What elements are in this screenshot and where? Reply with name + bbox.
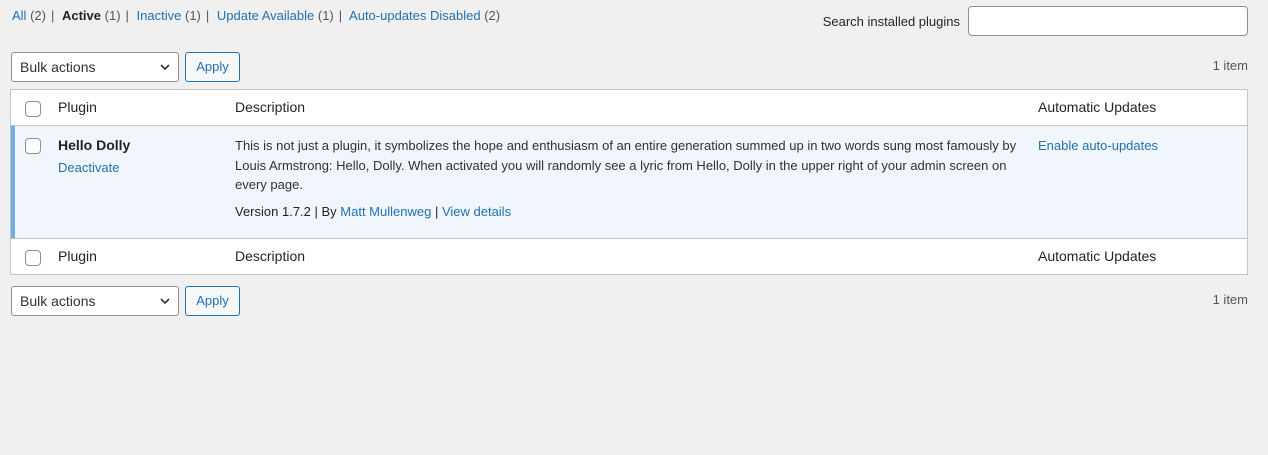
items-count: 1 item (1212, 58, 1248, 73)
deactivate-link[interactable]: Deactivate (58, 160, 119, 175)
search-box: Search installed plugins (823, 6, 1248, 36)
search-label: Search installed plugins (822, 13, 960, 29)
view-details-link[interactable]: View details (442, 204, 511, 219)
plugin-name: Hello Dolly (58, 137, 131, 153)
select-all-checkbox-footer[interactable] (25, 250, 41, 266)
separator: | (125, 8, 129, 23)
column-plugin-footer[interactable]: Plugin (58, 248, 97, 264)
bulk-actions-select[interactable]: Bulk actions (11, 52, 179, 82)
apply-button-bottom[interactable]: Apply (185, 286, 240, 316)
plugin-checkbox[interactable] (25, 138, 41, 154)
column-description: Description (235, 99, 306, 115)
filter-active-count: (1) (104, 8, 121, 23)
separator: | (205, 8, 210, 23)
chevron-down-icon (160, 298, 170, 305)
table-header: Plugin Description Automatic Updates (11, 90, 1247, 126)
plugins-table: Plugin Description Automatic Updates Hel… (10, 89, 1248, 275)
separator: | (338, 8, 343, 23)
bulk-actions-label: Bulk actions (20, 59, 96, 75)
select-all-checkbox[interactable] (25, 101, 41, 117)
filter-inactive-count: (1) (184, 8, 201, 23)
bulk-actions-select-bottom[interactable]: Bulk actions (11, 286, 179, 316)
version-separator: | (431, 204, 442, 219)
column-description-footer: Description (235, 248, 306, 264)
filter-active[interactable]: Active (62, 8, 101, 23)
filter-update-available-count: (1) (317, 8, 334, 23)
separator: | (50, 8, 55, 23)
apply-button[interactable]: Apply (185, 52, 240, 82)
filter-inactive[interactable]: Inactive (137, 8, 182, 23)
tablenav-top: Bulk actions Apply 1 item (11, 52, 1248, 82)
search-input[interactable] (968, 6, 1248, 36)
plugin-description-text: This is not just a plugin, it symbolizes… (235, 138, 1017, 192)
table-footer: Plugin Description Automatic Updates (11, 238, 1247, 274)
version-text: Version 1.7.2 | By (235, 204, 341, 219)
plugin-row: Hello Dolly Deactivate This is not just … (11, 126, 1247, 238)
enable-auto-updates-link[interactable]: Enable auto-updates (1038, 138, 1158, 153)
plugin-status-filters: All (2) | Active (1) | Inactive (1) | Updat… (12, 7, 500, 25)
filter-all[interactable]: All (12, 8, 26, 23)
tablenav-bottom: Bulk actions Apply 1 item (11, 286, 1248, 316)
column-automatic-updates: Automatic Updates (1038, 99, 1157, 115)
filter-update-available[interactable]: Update Available (217, 8, 314, 23)
filter-auto-updates-disabled-count: (2) (484, 8, 501, 23)
author-link[interactable]: Matt Mullenweg (340, 204, 431, 219)
items-count-bottom: 1 item (1212, 292, 1248, 307)
plugin-description: This is not just a plugin, it symbolizes… (235, 136, 1025, 195)
filter-all-count: (2) (30, 8, 46, 23)
filter-auto-updates-disabled[interactable]: Auto-updates Disabled (349, 8, 481, 23)
chevron-down-icon (160, 64, 170, 71)
column-automatic-updates-footer: Automatic Updates (1038, 248, 1157, 264)
plugin-version-info: Version 1.7.2 | By Matt Mullenweg | View… (235, 204, 511, 219)
bulk-actions-label: Bulk actions (20, 293, 96, 309)
column-plugin[interactable]: Plugin (58, 99, 97, 115)
